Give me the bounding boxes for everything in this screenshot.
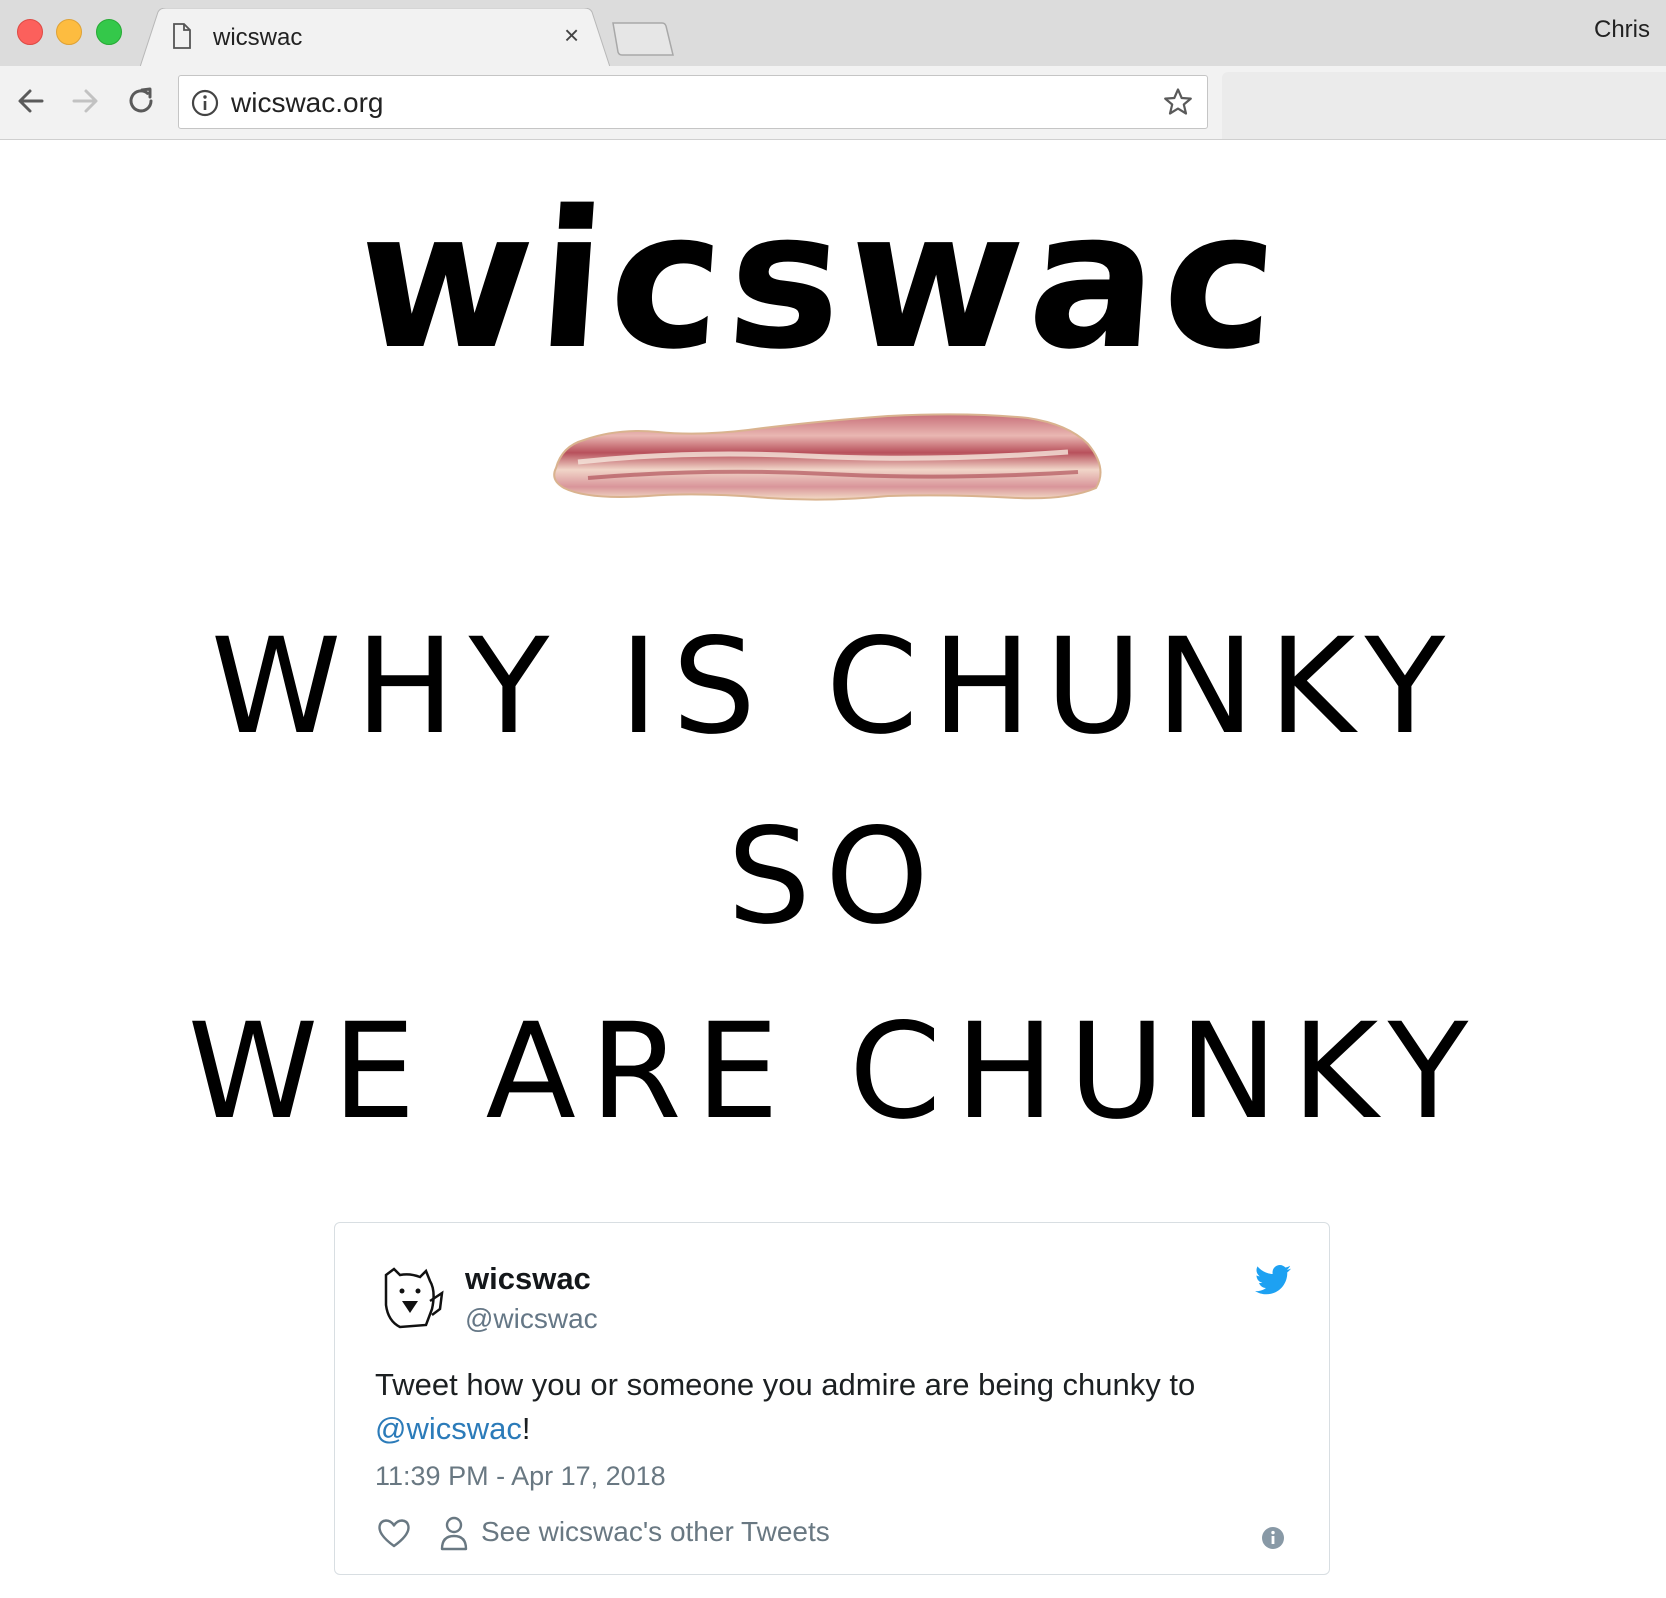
tweet-timestamp[interactable]: 11:39 PM - Apr 17, 2018 <box>375 1461 666 1492</box>
embedded-tweet: wicswac @wicswac Tweet how you or someon… <box>334 1222 1330 1575</box>
info-icon[interactable] <box>1261 1526 1285 1550</box>
extensions-area <box>1222 72 1666 139</box>
tab-shape <box>140 8 610 67</box>
tweet-handle[interactable]: @wicswac <box>465 1303 598 1335</box>
tab-close-icon[interactable]: × <box>564 22 579 48</box>
heart-icon[interactable] <box>377 1518 411 1548</box>
back-arrow-icon[interactable] <box>14 84 48 118</box>
forward-arrow-icon[interactable] <box>68 84 102 118</box>
tab-title: wicswac <box>213 24 303 51</box>
slogan-line-2: SO <box>727 800 943 954</box>
tab-strip: wicswac × Chris <box>0 0 1666 67</box>
tweet-text: Tweet how you or someone you admire are … <box>375 1363 1275 1451</box>
url-text[interactable]: wicswac.org <box>231 87 383 119</box>
twitter-bird-icon[interactable] <box>1255 1265 1291 1295</box>
address-bar[interactable]: wicswac.org <box>178 75 1208 129</box>
tweet-text-body: Tweet how you or someone you admire are … <box>375 1367 1196 1402</box>
new-tab-button[interactable] <box>612 22 674 56</box>
profile-name[interactable]: Chris <box>1594 16 1650 44</box>
slogan-line-1: WHY IS CHUNKY <box>210 610 1460 764</box>
tweet-display-name[interactable]: wicswac <box>465 1261 591 1297</box>
zoom-window-button[interactable] <box>96 19 122 45</box>
site-logo: wicswac <box>349 170 1291 391</box>
tweet-mention-link[interactable]: @wicswac <box>375 1411 522 1446</box>
site-info-icon[interactable] <box>191 89 219 117</box>
see-other-tweets-link[interactable]: See wicswac's other Tweets <box>481 1516 830 1548</box>
bacon-image <box>553 413 1102 501</box>
bookmark-star-icon[interactable] <box>1163 87 1193 117</box>
minimize-window-button[interactable] <box>56 19 82 45</box>
tweet-text-end: ! <box>521 1411 531 1446</box>
reload-icon[interactable] <box>124 84 158 118</box>
close-window-button[interactable] <box>17 19 43 45</box>
person-icon[interactable] <box>439 1515 469 1551</box>
browser-toolbar: wicswac.org <box>0 66 1666 140</box>
avatar[interactable] <box>380 1265 446 1331</box>
tab-wicswac[interactable]: wicswac × <box>140 8 610 67</box>
slogan-line-3: WE ARE CHUNKY <box>187 995 1483 1149</box>
page-icon <box>172 23 192 54</box>
